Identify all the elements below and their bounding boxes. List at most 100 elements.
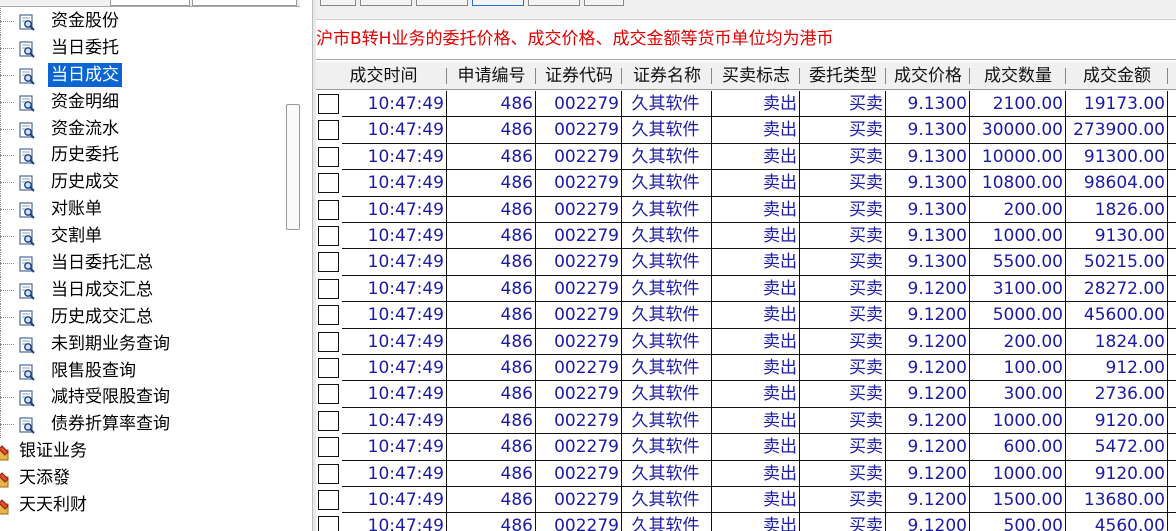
- table-row[interactable]: 10:47:49 486 002279 久其软件 卖出 买卖 9.1300 10000.00 9…: [316, 143, 1176, 171]
- column-separator[interactable]: [799, 68, 800, 84]
- table-row[interactable]: 10:47:49 486 002279 久其软件 卖出 买卖 9.1200 3100.00 28…: [316, 275, 1176, 303]
- toolbar-button[interactable]: [584, 0, 624, 6]
- tree-item[interactable]: 对账单: [0, 196, 284, 224]
- table-row[interactable]: 10:47:49 486 002279 久其软件 卖出 买卖 9.1200 1000.00 91…: [316, 460, 1176, 487]
- column-separator[interactable]: [885, 68, 886, 84]
- column-header[interactable]: 委托类型: [800, 62, 886, 90]
- column-separator[interactable]: [969, 68, 970, 84]
- tree-item[interactable]: 限售股查询: [0, 357, 284, 385]
- tree-item[interactable]: 当日成交汇总: [0, 276, 284, 304]
- side-cell: 卖出: [712, 381, 800, 408]
- overflow-cell: [1168, 355, 1176, 382]
- table-row[interactable]: 10:47:49 486 002279 久其软件 卖出 买卖 9.1200 1500.00 13…: [316, 487, 1176, 514]
- code-cell: 002279: [536, 302, 622, 329]
- column-separator[interactable]: [711, 68, 712, 84]
- row-checkbox[interactable]: [318, 410, 339, 431]
- row-checkbox[interactable]: [318, 94, 339, 114]
- column-header[interactable]: 申请编号: [447, 62, 536, 90]
- toolbar-button[interactable]: [528, 0, 580, 6]
- column-header[interactable]: 买卖标志: [712, 62, 800, 90]
- table-row[interactable]: 10:47:49 486 002279 久其软件 卖出 买卖 9.1200 300.00 273…: [316, 381, 1176, 408]
- tree-item[interactable]: 历史委托: [0, 142, 284, 170]
- tree-item[interactable]: 历史成交汇总: [0, 303, 284, 331]
- row-checkbox[interactable]: [318, 437, 339, 458]
- qty-cell: 1000.00: [970, 223, 1066, 250]
- table-row[interactable]: 10:47:49 486 002279 久其软件 卖出 买卖 9.1200 500.00 456…: [316, 513, 1176, 531]
- column-separator[interactable]: [535, 68, 536, 84]
- search-doc-icon: [18, 121, 36, 139]
- amount-cell: 9120.00: [1066, 460, 1168, 487]
- tree-item[interactable]: 资金流水: [0, 115, 284, 143]
- row-checkbox[interactable]: [318, 173, 339, 194]
- tree-item[interactable]: 当日成交: [0, 61, 284, 89]
- table-row[interactable]: 10:47:49 486 002279 久其软件 卖出 买卖 9.1200 600.00 547…: [316, 434, 1176, 461]
- row-checkbox[interactable]: [318, 252, 339, 273]
- tree-item[interactable]: 交割单: [0, 223, 284, 251]
- tree-root-item[interactable]: 天添發: [0, 465, 284, 492]
- table-row[interactable]: 10:47:49 486 002279 久其软件 卖出 买卖 9.1300 10800.00 9…: [316, 170, 1176, 197]
- tree-item[interactable]: 减持受限股查询: [0, 384, 284, 412]
- row-checkbox[interactable]: [318, 358, 339, 378]
- tree-item[interactable]: 历史成交: [0, 169, 284, 197]
- table-row[interactable]: 10:47:49 486 002279 久其软件 卖出 买卖 9.1300 2100.00 19…: [316, 91, 1176, 118]
- query-tree: 资金股份 当日委托 当日成交 资金明细 资金流水 历史委托 历史成交 对账单 交割单 当日委托汇总…: [0, 8, 284, 519]
- table-row[interactable]: 10:47:49 486 002279 久其软件 卖出 买卖 9.1300 5500.00 50…: [316, 249, 1176, 276]
- column-header[interactable]: 成交价格: [886, 62, 970, 90]
- column-header[interactable]: 证券代码: [536, 62, 622, 90]
- column-separator[interactable]: [1167, 68, 1168, 84]
- main-content: 沪市B转H业务的委托价格、成交价格、成交金额等货币单位均为港币 成交时间 申请编号…: [316, 0, 1176, 531]
- table-row[interactable]: 10:47:49 486 002279 久其软件 卖出 买卖 9.1200 200.00 182…: [316, 328, 1176, 355]
- tree-root-item[interactable]: 银证业务: [0, 438, 284, 465]
- column-header[interactable]: 成交金额: [1066, 62, 1168, 90]
- row-checkbox[interactable]: [318, 490, 339, 510]
- code-cell: 002279: [536, 355, 622, 382]
- tree-item[interactable]: 资金股份: [0, 8, 284, 35]
- tree-connector: [0, 263, 14, 265]
- table-row[interactable]: 10:47:49 486 002279 久其软件 卖出 买卖 9.1200 1000.00 91…: [316, 407, 1176, 435]
- column-header[interactable]: 成交数量: [970, 62, 1066, 90]
- time-cell: 10:47:49: [342, 407, 447, 435]
- table-row[interactable]: 10:47:49 486 002279 久其软件 卖出 买卖 9.1300 1000.00 91…: [316, 223, 1176, 250]
- row-checkbox[interactable]: [318, 384, 339, 405]
- row-checkbox[interactable]: [318, 331, 339, 352]
- table-row[interactable]: 10:47:49 486 002279 久其软件 卖出 买卖 9.1200 100.00 912…: [316, 355, 1176, 382]
- toolbar-button-active[interactable]: [472, 0, 524, 6]
- price-cell: 9.1200: [886, 513, 970, 531]
- row-checkbox[interactable]: [318, 120, 339, 141]
- column-separator[interactable]: [446, 68, 447, 84]
- code-cell: 002279: [536, 434, 622, 461]
- tree-item[interactable]: 债券折算率查询: [0, 411, 284, 439]
- navigation-tree-panel: 资金股份 当日委托 当日成交 资金明细 资金流水 历史委托 历史成交 对账单 交割单 当日委托汇总…: [0, 0, 300, 531]
- row-checkbox[interactable]: [318, 146, 339, 167]
- table-row[interactable]: 10:47:49 486 002279 久其软件 卖出 买卖 9.1300 200.00 182…: [316, 196, 1176, 223]
- row-checkbox[interactable]: [318, 278, 339, 299]
- row-checkbox[interactable]: [318, 463, 339, 484]
- row-checkbox[interactable]: [318, 199, 339, 220]
- toolbar-button[interactable]: [320, 0, 356, 6]
- row-checkbox[interactable]: [318, 305, 339, 326]
- type-cell: 买卖: [800, 355, 886, 382]
- left-tab[interactable]: [192, 0, 297, 6]
- time-cell: 10:47:49: [342, 91, 447, 118]
- toolbar-button[interactable]: [360, 0, 412, 6]
- column-header[interactable]: 证券名称: [622, 62, 712, 90]
- column-header[interactable]: 成: [1168, 62, 1176, 90]
- column-separator[interactable]: [621, 68, 622, 84]
- tree-root-item[interactable]: 天天利财: [0, 492, 284, 519]
- column-separator[interactable]: [1065, 68, 1066, 84]
- row-checkbox[interactable]: [318, 226, 339, 246]
- table-row[interactable]: 10:47:49 486 002279 久其软件 卖出 买卖 9.1300 30000.00 2…: [316, 117, 1176, 144]
- left-tab[interactable]: [110, 0, 190, 6]
- tree-scrollbar-thumb[interactable]: [286, 104, 300, 230]
- tree-item[interactable]: 当日委托汇总: [0, 250, 284, 278]
- table-row[interactable]: 10:47:49 486 002279 久其软件 卖出 买卖 9.1200 5000.00 45…: [316, 302, 1176, 329]
- tree-item[interactable]: 未到期业务查询: [0, 330, 284, 358]
- search-doc-icon: [18, 40, 36, 58]
- overflow-cell: [1168, 170, 1176, 197]
- tree-item[interactable]: 资金明细: [0, 88, 284, 116]
- column-header[interactable]: 成交时间: [320, 62, 447, 90]
- tree-item[interactable]: 当日委托: [0, 34, 284, 62]
- toolbar-button[interactable]: [416, 0, 468, 6]
- currency-notice: 沪市B转H业务的委托价格、成交价格、成交金额等货币单位均为港币: [316, 20, 1176, 60]
- row-checkbox[interactable]: [318, 516, 339, 531]
